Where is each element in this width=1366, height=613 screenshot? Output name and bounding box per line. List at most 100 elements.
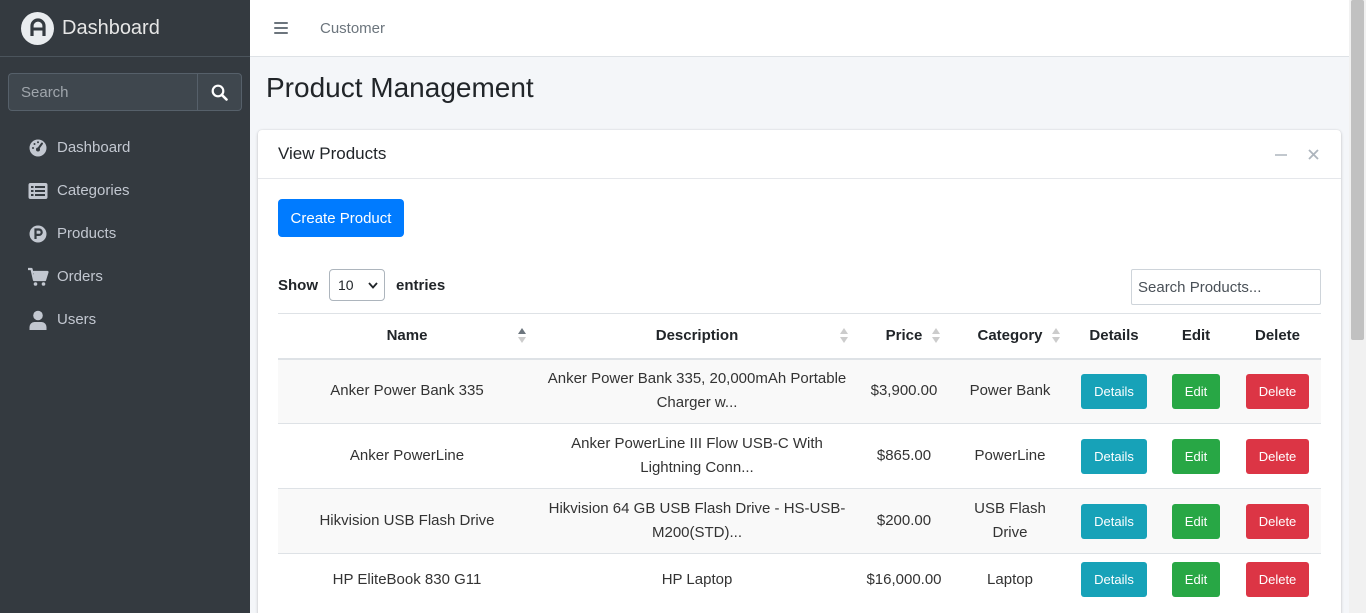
sidebar-item-orders[interactable]: Orders (0, 255, 250, 298)
sidebar-item-label: Products (57, 225, 117, 242)
sidebar: Dashboard Dashboard (0, 0, 250, 613)
cell-price: $3,900.00 (858, 358, 950, 424)
cell-name: Anker PowerLine (278, 423, 536, 489)
list-icon (27, 180, 49, 202)
remove-button[interactable] (1303, 144, 1323, 164)
sort-icon (840, 328, 848, 344)
delete-button[interactable]: Delete (1245, 438, 1310, 474)
table-row: Anker PowerLine Anker PowerLine III Flow… (278, 423, 1321, 489)
cell-description: Anker PowerLine III Flow USB-C With Ligh… (536, 423, 858, 489)
sidebar-item-label: Categories (57, 182, 130, 199)
chevron-down-icon (368, 281, 378, 289)
brand-logo-icon (21, 11, 54, 45)
page-scrollbar[interactable] (1349, 0, 1366, 613)
cell-delete: Delete (1234, 553, 1321, 606)
sidebar-search-input[interactable] (8, 73, 197, 111)
sort-icon (932, 328, 940, 344)
entries-label: entries (396, 276, 446, 294)
sidebar-item-dashboard[interactable]: Dashboard (0, 126, 250, 169)
column-header-delete: Delete (1234, 313, 1321, 360)
column-header-name[interactable]: Name (278, 313, 536, 360)
edit-button[interactable]: Edit (1171, 503, 1221, 539)
cell-description: Anker Power Bank 335, 20,000mAh Portable… (536, 358, 858, 424)
products-card: View Products Create Product Show 10 ent… (258, 130, 1341, 613)
products-table: Name Description Price Category Details … (278, 313, 1321, 606)
scrollbar-thumb[interactable] (1351, 0, 1364, 340)
entries-select-value: 10 (338, 277, 354, 293)
cell-category: Laptop (950, 553, 1070, 606)
cell-category: PowerLine (950, 423, 1070, 489)
cell-edit: Edit (1158, 423, 1234, 489)
cell-edit: Edit (1158, 358, 1234, 424)
entries-length-control: Show 10 entries (278, 269, 445, 301)
table-header-row: Name Description Price Category Details … (278, 313, 1321, 360)
card-title: View Products (278, 144, 387, 163)
card-header: View Products (258, 130, 1341, 179)
entries-select[interactable]: 10 (329, 269, 385, 301)
cell-price: $16,000.00 (858, 553, 950, 606)
table-row: HP EliteBook 830 G11 HP Laptop $16,000.0… (278, 553, 1321, 606)
cell-details: Details (1070, 423, 1158, 489)
details-button[interactable]: Details (1081, 373, 1147, 409)
edit-button[interactable]: Edit (1171, 373, 1221, 409)
products-search-input[interactable] (1131, 269, 1321, 305)
column-header-category[interactable]: Category (950, 313, 1070, 360)
column-header-edit: Edit (1158, 313, 1234, 360)
product-p-icon (27, 223, 49, 245)
page-title: Product Management (266, 72, 534, 103)
cell-name: HP EliteBook 830 G11 (278, 553, 536, 606)
sidebar-nav: Dashboard Categories Products Orders Use… (0, 126, 250, 341)
table-row: Anker Power Bank 335 Anker Power Bank 33… (278, 358, 1321, 424)
show-label: Show (278, 276, 318, 294)
cell-name: Hikvision USB Flash Drive (278, 488, 536, 554)
minus-icon (1275, 154, 1287, 156)
details-button[interactable]: Details (1081, 562, 1147, 598)
column-header-description[interactable]: Description (536, 313, 858, 360)
user-icon (27, 309, 49, 331)
sidebar-item-label: Orders (57, 268, 103, 285)
cell-description: Hikvision 64 GB USB Flash Drive - HS-USB… (536, 488, 858, 554)
cell-delete: Delete (1234, 423, 1321, 489)
delete-button[interactable]: Delete (1245, 373, 1310, 409)
cart-icon (27, 266, 49, 288)
cell-category: Power Bank (950, 358, 1070, 424)
close-icon (1307, 148, 1319, 160)
cell-edit: Edit (1158, 553, 1234, 606)
column-header-details: Details (1070, 313, 1158, 360)
create-product-button[interactable]: Create Product (278, 199, 404, 237)
sidebar-item-label: Dashboard (57, 139, 131, 156)
top-navbar: Customer (250, 0, 1349, 57)
cell-edit: Edit (1158, 488, 1234, 554)
cell-name: Anker Power Bank 335 (278, 358, 536, 424)
column-header-price[interactable]: Price (858, 313, 950, 360)
sidebar-item-label: Users (57, 311, 97, 328)
delete-button[interactable]: Delete (1245, 503, 1310, 539)
search-icon (211, 84, 228, 101)
collapse-button[interactable] (1271, 144, 1291, 164)
cell-details: Details (1070, 553, 1158, 606)
brand-title: Dashboard (62, 16, 160, 39)
cell-details: Details (1070, 488, 1158, 554)
card-tools (1259, 144, 1323, 164)
cell-price: $200.00 (858, 488, 950, 554)
brand-link[interactable]: Dashboard (0, 0, 250, 57)
details-button[interactable]: Details (1081, 503, 1147, 539)
sidebar-item-users[interactable]: Users (0, 298, 250, 341)
details-button[interactable]: Details (1081, 438, 1147, 474)
sort-icon (1052, 328, 1060, 344)
edit-button[interactable]: Edit (1171, 562, 1221, 598)
sidebar-item-categories[interactable]: Categories (0, 169, 250, 212)
sidebar-item-products[interactable]: Products (0, 212, 250, 255)
cell-description: HP Laptop (536, 553, 858, 606)
cell-details: Details (1070, 358, 1158, 424)
cell-category: USB Flash Drive (950, 488, 1070, 554)
customer-link[interactable]: Customer (320, 20, 385, 37)
delete-button[interactable]: Delete (1245, 562, 1310, 598)
sidebar-search (8, 73, 242, 111)
cell-price: $865.00 (858, 423, 950, 489)
sidebar-search-button[interactable] (197, 73, 242, 111)
cell-delete: Delete (1234, 488, 1321, 554)
edit-button[interactable]: Edit (1171, 438, 1221, 474)
menu-toggle-icon[interactable] (274, 22, 288, 34)
tachometer-icon (27, 137, 49, 159)
